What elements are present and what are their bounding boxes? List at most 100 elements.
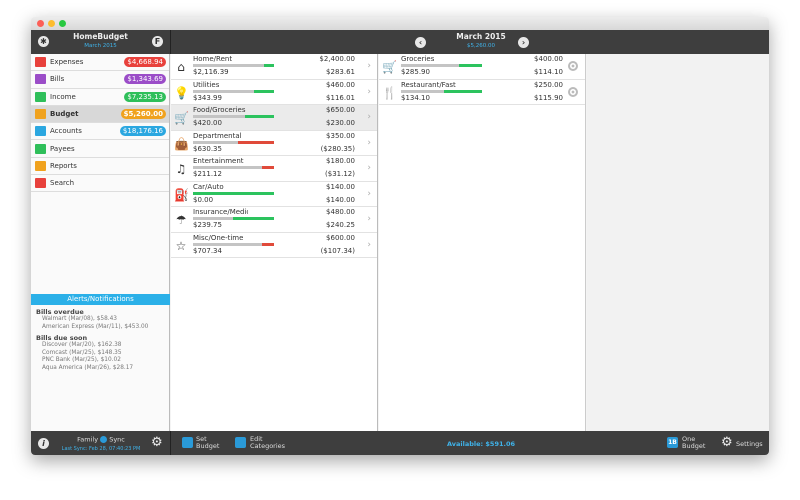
bar-rest (237, 140, 274, 144)
sidebar-item-label: Search (50, 179, 75, 188)
bar-rest (458, 64, 482, 67)
settings-gear-icon[interactable]: ⚙ (721, 435, 733, 450)
budget-progress-bar (193, 115, 274, 118)
budget-progress-bar (193, 242, 274, 246)
alert-item[interactable]: Comcast (Mar/25), $148.35 (31, 350, 170, 358)
category-row[interactable]: ☆ Misc/One-time $600.00 $707.34 ($107.34… (171, 233, 377, 258)
sidebar-item-income[interactable]: Income $7,235.13 (31, 89, 169, 106)
category-row[interactable]: ♫ Entertainment $180.00 $211.12 ($31.12)… (171, 156, 377, 182)
chevron-right-icon[interactable]: › (367, 189, 371, 199)
sidebar-item-payees[interactable]: Payees (31, 140, 169, 158)
bar-rest (193, 191, 274, 195)
sidebar-item-search[interactable]: Search (31, 175, 169, 193)
chevron-right-icon[interactable]: › (367, 240, 371, 250)
chevron-right-icon[interactable]: › (367, 214, 371, 224)
budget-progress-bar (193, 140, 274, 144)
set-budget-button[interactable]: Set Budget (196, 436, 219, 450)
sidebar-item-budget[interactable]: Budget $5,260.00 (31, 105, 169, 124)
budget-progress-bar (193, 191, 274, 195)
sync-settings-gear-icon[interactable]: ⚙ (151, 435, 163, 450)
sidebar-item-badge: $4,668.94 (124, 57, 166, 68)
category-budget: $600.00 (326, 233, 355, 242)
zoom-window-button[interactable] (59, 20, 66, 27)
target-icon[interactable] (568, 86, 578, 97)
sidebar-item-expenses[interactable]: Expenses $4,668.94 (31, 54, 169, 72)
alert-item[interactable]: Aqua America (Mar/26), $28.17 (31, 365, 170, 373)
sidebar-item-label: Expenses (50, 58, 84, 67)
bar-spent (193, 64, 265, 67)
category-spent: $211.12 (193, 170, 222, 178)
chevron-right-icon[interactable]: › (367, 163, 371, 173)
info-icon[interactable]: i (38, 438, 49, 449)
budget-progress-bar (193, 166, 274, 169)
category-budget: $460.00 (326, 80, 355, 89)
category-name: Groceries (401, 55, 435, 63)
chevron-right-icon[interactable]: › (367, 87, 371, 97)
bar-rest (233, 217, 274, 220)
category-name: Home/Rent (193, 55, 233, 63)
alert-item[interactable]: American Express (Mar/11), $453.00 (31, 324, 170, 332)
sidebar-item-reports[interactable]: Reports (31, 158, 169, 176)
category-row[interactable]: 👜 Departmental $350.00 $630.35 ($280.35)… (171, 131, 377, 156)
category-row[interactable]: 🍴 Restaurant/Fast food $250.00 $134.10 $… (379, 80, 585, 105)
bar-rest (261, 242, 274, 246)
set-budget-icon[interactable] (182, 437, 193, 448)
category-row[interactable]: 🛒 Food/Groceries $650.00 $420.00 $230.00… (171, 105, 377, 131)
alert-item[interactable]: Discover (Mar/20), $162.38 (31, 342, 170, 350)
sidebar-item-bills[interactable]: Bills $1,343.69 (31, 71, 169, 89)
category-row[interactable]: ⛽ Car/Auto $140.00 $0.00 $140.00 › (171, 182, 377, 207)
category-row[interactable]: 💡 Utilities $460.00 $343.99 $116.01 › (171, 80, 377, 105)
next-month-button[interactable]: › (518, 37, 529, 48)
category-remaining: $116.01 (326, 93, 355, 102)
category-remaining: $140.00 (326, 195, 355, 204)
sidebar: Expenses $4,668.94 Bills $1,343.69 Income $7,… (31, 54, 170, 431)
chevron-right-icon[interactable]: › (367, 138, 371, 148)
category-spent: $239.75 (193, 221, 222, 229)
chevron-right-icon[interactable]: › (367, 112, 371, 122)
sidebar-item-badge: $1,343.69 (124, 74, 166, 85)
category-list: ⌂ Home/Rent $2,400.00 $2,116.39 $283.61 ›… (171, 54, 378, 431)
one-budget-icon[interactable]: 1B (667, 437, 678, 448)
budget-progress-bar (193, 89, 274, 93)
settings-button[interactable]: Settings (736, 440, 763, 448)
close-window-button[interactable] (37, 20, 44, 27)
categories-label: Categories (250, 442, 286, 450)
sidebar-item-accounts[interactable]: Accounts $18,176.16 (31, 123, 169, 141)
category-spent: $707.34 (193, 246, 222, 255)
category-row[interactable]: ⌂ Home/Rent $2,400.00 $2,116.39 $283.61 › (171, 54, 377, 80)
category-remaining: $230.00 (326, 119, 355, 127)
music-note-icon: ♫ (175, 162, 187, 176)
category-remaining: ($107.34) (320, 246, 355, 255)
alerts-title: Alerts/Notifications (31, 294, 170, 305)
category-budget: $2,400.00 (319, 55, 355, 63)
budget-progress-bar (193, 64, 274, 67)
sync-status[interactable]: Family Sync Last Sync: Feb 28, 07:40:23 … (61, 436, 141, 453)
alert-item[interactable]: PNC Bank (Mar/25), $10.02 (31, 357, 170, 365)
category-row[interactable]: ☂ Insurance/Medical $480.00 $239.75 $240… (171, 207, 377, 233)
sidebar-item-badge: $7,235.13 (124, 91, 166, 102)
app-title: HomeBudget (73, 32, 128, 41)
category-row[interactable]: 🛒 Groceries $400.00 $285.90 $114.10 (379, 54, 585, 80)
accounts-icon (35, 126, 46, 137)
category-budget: $400.00 (534, 55, 563, 63)
category-budget: $650.00 (326, 106, 355, 114)
category-name: Food/Groceries (193, 106, 246, 114)
category-name: Restaurant/Fast food (401, 80, 456, 89)
f-icon[interactable]: F (152, 36, 163, 47)
category-spent: $630.35 (193, 144, 222, 153)
money-bag-icon (35, 91, 46, 102)
category-remaining: ($31.12) (325, 170, 355, 178)
chevron-right-icon[interactable]: › (367, 61, 371, 71)
bottom-toolbar: i Family Sync Last Sync: Feb 28, 07:40:2… (31, 431, 769, 455)
alert-item[interactable]: Walmart (Mar/08), $58.43 (31, 316, 170, 324)
bar-rest (262, 166, 274, 169)
month-title: March 2015 (456, 32, 506, 41)
edit-categories-icon[interactable] (235, 437, 246, 448)
minimize-window-button[interactable] (48, 20, 55, 27)
category-spent: $420.00 (193, 119, 222, 127)
one-budget-button[interactable]: One Budget (682, 436, 705, 450)
edit-categories-button[interactable]: Edit Categories (250, 436, 285, 450)
category-spent: $2,116.39 (193, 68, 229, 76)
sidebar-item-badge: $18,176.16 (119, 126, 166, 137)
target-icon[interactable] (568, 61, 578, 71)
